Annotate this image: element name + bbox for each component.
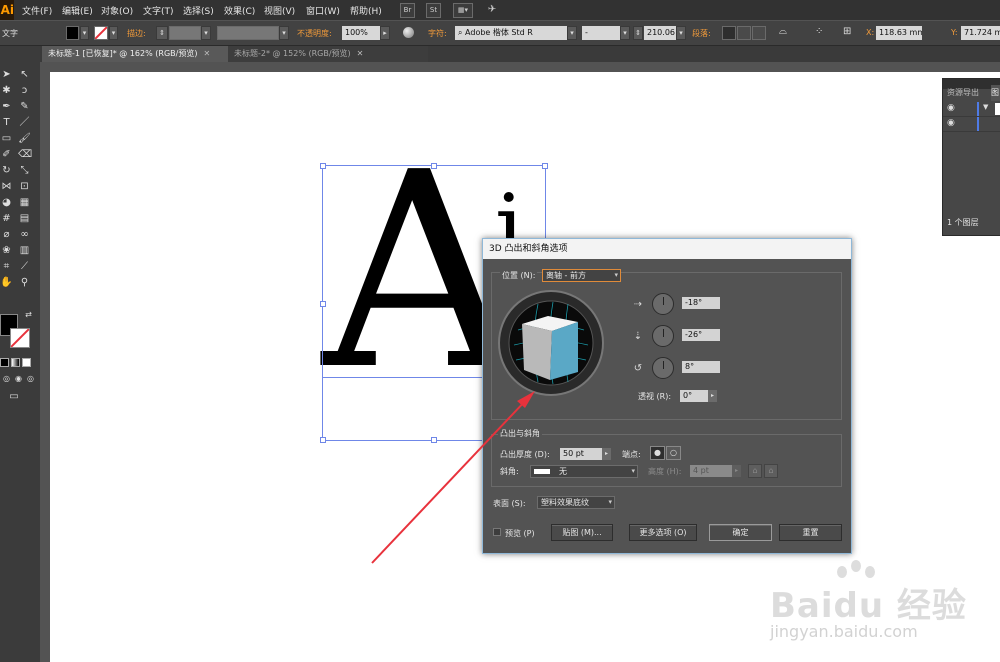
watermark-brand: Baidu 经验 [770,586,967,626]
watermark-url: jingyan.baidu.com [770,622,918,641]
